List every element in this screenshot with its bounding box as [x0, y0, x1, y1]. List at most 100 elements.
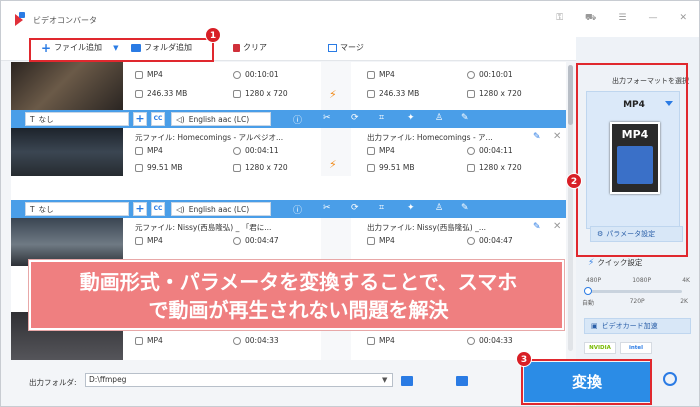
quality-slider-track[interactable]: [586, 290, 682, 293]
output-folder-browse-icon[interactable]: [456, 376, 468, 386]
source-file-name: 元ファイル: Nissy(西島隆弘) _ 「君に...: [135, 223, 272, 232]
src-format-text: MP4: [147, 70, 163, 79]
file-item[interactable]: 元ファイル: Homecomings - アルペジオ... 出力ファイル: Ho…: [11, 128, 566, 176]
close-icon[interactable]: ✕: [679, 13, 687, 24]
lightning-icon: ⚡: [588, 257, 595, 268]
edit-icon[interactable]: ✎: [461, 203, 469, 213]
dst-format: MP4: [367, 146, 395, 155]
subtitle-select[interactable]: T なし: [25, 112, 129, 126]
crop-icon[interactable]: ⌗: [379, 113, 384, 123]
quality-bottom-labels: 自動 720P 2K: [582, 298, 688, 307]
output-folder-input[interactable]: D:\ffmpeg: [85, 373, 393, 387]
add-subtitle-button[interactable]: +: [133, 112, 147, 126]
highlight-box-toolbar: [29, 38, 214, 62]
info-icon[interactable]: ⓘ: [293, 113, 302, 126]
dst-duration: 00:04:47: [467, 236, 513, 245]
subtitle-value: なし: [38, 114, 54, 124]
merge-icon: [328, 43, 337, 52]
dst-duration: 00:04:11: [467, 146, 513, 155]
quality-slider-handle[interactable]: [584, 287, 592, 295]
lightning-icon: ⚡: [329, 158, 337, 171]
title-bar: ビデオコンバータ ⚿ ⛟ ☰ — ✕: [1, 1, 699, 37]
dst-duration-text: 00:04:11: [479, 146, 513, 155]
app-title: ビデオコンバータ: [33, 16, 97, 25]
cc-icon[interactable]: CC: [151, 202, 165, 216]
close-icon[interactable]: ✕: [553, 221, 561, 232]
chip-icon: ▣: [591, 322, 598, 330]
watermark-icon[interactable]: ♙: [435, 203, 443, 213]
trash-icon: [233, 43, 240, 52]
src-duration: 00:10:01: [233, 70, 279, 79]
watermark-icon[interactable]: ♙: [435, 113, 443, 123]
alarm-clock-icon[interactable]: [663, 372, 677, 386]
format-icon: [135, 146, 143, 155]
src-size-text: 99.51 MB: [147, 163, 183, 172]
src-duration-text: 00:04:47: [245, 236, 279, 245]
minimize-icon[interactable]: —: [648, 13, 657, 24]
item-toolbar: T なし + CC ◁) English aac (LC) ⓘ ✂ ⟳ ⌗ ✦ ♙ …: [11, 110, 566, 128]
close-icon[interactable]: ✕: [553, 131, 561, 142]
clear-button[interactable]: クリア: [233, 42, 267, 53]
rotate-icon[interactable]: ⟳: [351, 113, 359, 123]
cart-icon[interactable]: ⛟: [585, 13, 596, 24]
file-item[interactable]: MP4 00:10:01 246.33 MB 1280 x 720 ⚡ MP4 …: [11, 62, 566, 110]
src-resolution-text: 1280 x 720: [245, 89, 288, 98]
dst-duration-text: 00:04:33: [479, 336, 513, 345]
output-file-name: 出力ファイル: Homecomings - ア...: [367, 133, 493, 142]
convert-arrow: [321, 218, 351, 266]
src-format-text: MP4: [147, 146, 163, 155]
format-icon: [135, 336, 143, 345]
quality-label: 720P: [629, 298, 645, 305]
cc-icon[interactable]: CC: [151, 112, 165, 126]
resolution-icon: [467, 89, 475, 98]
video-thumbnail: [11, 128, 123, 176]
file-item[interactable]: 元ファイル: Nissy(西島隆弘) _ 「君に... 出力ファイル: Niss…: [11, 218, 566, 266]
add-subtitle-button[interactable]: +: [133, 202, 147, 216]
effect-icon[interactable]: ✦: [407, 203, 415, 213]
src-duration: 00:04:11: [233, 146, 279, 155]
audio-select[interactable]: ◁) English aac (LC): [171, 112, 271, 126]
audio-value: English aac (LC): [188, 204, 250, 214]
source-file-name: 元ファイル: Homecomings - アルペジオ...: [135, 133, 284, 142]
dst-resolution-text: 1280 x 720: [479, 89, 522, 98]
caption-line-2: で動画が再生されない問題を解決: [148, 298, 449, 322]
cut-icon[interactable]: ✂: [323, 113, 331, 123]
clock-icon: [233, 236, 241, 245]
dst-resolution: 1280 x 720: [467, 163, 522, 172]
scrollbar-thumb[interactable]: [568, 65, 573, 125]
video-thumbnail: [11, 62, 123, 110]
key-icon[interactable]: ⚿: [556, 13, 563, 24]
dst-duration: 00:10:01: [467, 70, 513, 79]
quality-label: 自動: [582, 300, 595, 307]
src-size: 246.33 MB: [135, 89, 187, 98]
format-icon: [367, 70, 375, 79]
item-toolbar: T なし + CC ◁) English aac (LC) ⓘ ✂ ⟳ ⌗ ✦ ♙ …: [11, 200, 566, 218]
src-duration-text: 00:04:33: [245, 336, 279, 345]
rotate-icon[interactable]: ⟳: [351, 203, 359, 213]
pencil-icon[interactable]: ✎: [533, 132, 541, 142]
step-badge-3: 3: [516, 351, 532, 367]
src-size-text: 246.33 MB: [147, 89, 188, 98]
menu-icon[interactable]: ☰: [618, 13, 626, 24]
cut-icon[interactable]: ✂: [323, 203, 331, 213]
info-icon[interactable]: ⓘ: [293, 203, 302, 216]
dst-format: MP4: [367, 70, 395, 79]
subtitle-select[interactable]: T なし: [25, 202, 129, 216]
output-file-name: 出力ファイル: Nissy(西島隆弘) _...: [367, 223, 486, 232]
pencil-icon[interactable]: ✎: [533, 222, 541, 232]
edit-icon[interactable]: ✎: [461, 113, 469, 123]
audio-select[interactable]: ◁) English aac (LC): [171, 202, 271, 216]
src-format-text: MP4: [147, 336, 163, 345]
output-folder-label: 出力フォルダ:: [29, 378, 77, 387]
open-folder-icon[interactable]: [401, 376, 413, 386]
dst-size: 99.51 MB: [367, 163, 414, 172]
crop-icon[interactable]: ⌗: [379, 203, 384, 213]
merge-label: マージ: [340, 43, 364, 52]
clock-icon: [467, 236, 475, 245]
dst-format-text: MP4: [379, 70, 395, 79]
chevron-down-icon[interactable]: ▼: [382, 376, 387, 384]
video-thumbnail: [11, 218, 123, 266]
merge-button[interactable]: マージ: [328, 42, 364, 53]
effect-icon[interactable]: ✦: [407, 113, 415, 123]
gpu-acceleration-button[interactable]: ▣ ビデオカード加速: [584, 318, 691, 334]
